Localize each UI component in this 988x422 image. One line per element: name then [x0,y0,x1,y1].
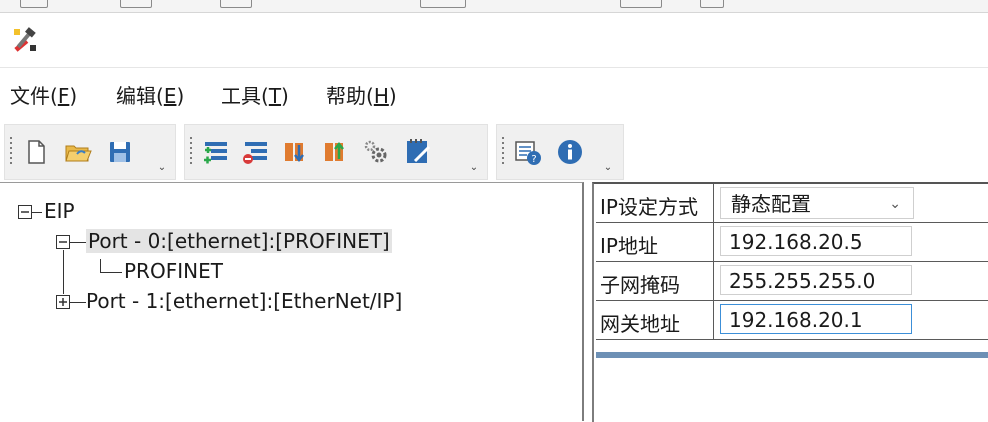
column-divider [713,262,714,300]
tree-node-root-label: EIP [44,199,75,223]
device-tree-panel: EIP Port - 0:[ethernet]:[PROFINET] PROFI… [0,182,584,421]
ip-mode-row: IP设定方式 静态配置 ⌄ [596,184,988,223]
title-bar [0,13,988,68]
tree-node-port0-label: Port - 0:[ethernet]:[PROFINET] [86,229,392,253]
menu-bar: 文件(F) 编辑(E) 工具(T) 帮助(H) [0,68,988,120]
menu-edit-accelerator: E [163,84,177,108]
collapse-icon[interactable] [56,235,70,249]
column-divider [713,223,714,261]
toolbar-group-tools: ⌄ [184,124,488,180]
expand-icon[interactable] [56,295,70,309]
tree-node-port1-label: Port - 1:[ethernet]:[EtherNet/IP] [86,289,403,313]
menu-tools-accelerator: T [268,84,282,108]
menu-tools-paren: ) [281,84,289,108]
column-divider [713,301,714,339]
menu-edit[interactable]: 编辑(E) [116,80,184,109]
tree-connector-line [63,250,64,294]
toolbar-grip[interactable] [10,137,12,167]
ip-mode-value: 静态配置 [731,192,811,216]
upload-icon[interactable] [321,137,351,167]
gateway-label: 网关地址 [600,312,680,336]
toolbar-group-help: ? ⌄ [496,124,624,180]
info-icon[interactable] [555,137,585,167]
menu-tools[interactable]: 工具(T) [221,80,289,109]
background-window-strip [0,0,988,13]
menu-file-label: 文件( [10,84,58,108]
toolbar-overflow-chevron-icon[interactable]: ⌄ [469,163,479,173]
menu-help-accelerator: H [373,84,389,108]
new-file-icon[interactable] [21,137,51,167]
open-folder-icon[interactable] [63,137,93,167]
toolbar-grip[interactable] [502,137,504,167]
subnet-mask-label: 子网掩码 [600,273,680,297]
gateway-field[interactable]: 192.168.20.1 [720,304,912,334]
save-icon[interactable] [105,137,135,167]
edit-note-icon[interactable] [403,137,433,167]
ip-mode-label: IP设定方式 [600,195,698,219]
toolbar-overflow-chevron-icon[interactable]: ⌄ [603,163,613,173]
toolbar-group-file: ⌄ [4,124,176,180]
ip-address-field[interactable]: 192.168.20.5 [720,226,912,256]
collapse-icon[interactable] [18,205,32,219]
menu-help-paren: ) [388,84,397,108]
toolbar: ⌄ ⌄ ? ⌄ [0,122,988,180]
subnet-mask-row: 子网掩码 255.255.255.0 [596,262,988,301]
panel-bottom-border [596,352,988,358]
column-divider [713,184,714,222]
ip-settings-panel: IP设定方式 静态配置 ⌄ IP地址 192.168.20.5 子网掩码 255… [592,182,988,422]
subnet-mask-field[interactable]: 255.255.255.0 [720,265,912,295]
ip-address-row: IP地址 192.168.20.5 [596,223,988,262]
remove-node-icon[interactable] [241,137,271,167]
menu-file-paren: ) [69,84,78,108]
tree-node-profinet-label: PROFINET [124,259,223,283]
config-help-icon[interactable]: ? [513,137,543,167]
download-icon[interactable] [281,137,311,167]
menu-file[interactable]: 文件(F) [10,80,77,109]
svg-text:?: ? [531,154,536,165]
menu-edit-paren: ) [176,84,185,108]
app-tools-icon [14,27,36,52]
add-node-icon[interactable] [201,137,231,167]
menu-help-label: 帮助( [326,84,374,108]
menu-help[interactable]: 帮助(H) [326,80,397,109]
ip-address-label: IP地址 [600,234,658,258]
menu-file-accelerator: F [57,84,70,108]
gateway-row: 网关地址 192.168.20.1 [596,301,988,340]
settings-gears-icon[interactable] [361,137,391,167]
toolbar-overflow-chevron-icon[interactable]: ⌄ [157,163,167,173]
toolbar-grip[interactable] [190,137,192,167]
menu-tools-label: 工具( [221,84,269,108]
menu-edit-label: 编辑( [116,84,164,108]
chevron-down-icon: ⌄ [889,196,901,212]
ip-mode-select[interactable]: 静态配置 ⌄ [720,187,914,219]
